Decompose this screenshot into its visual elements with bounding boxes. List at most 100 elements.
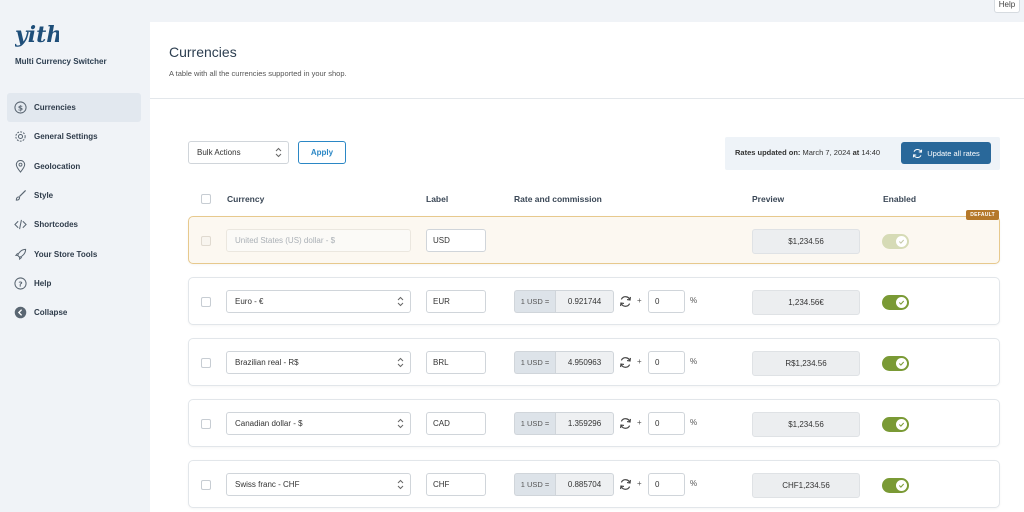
currency-value: United States (US) dollar - $ bbox=[235, 236, 336, 245]
sidebar-item-currencies[interactable]: $ Currencies bbox=[7, 93, 141, 123]
exchange-rate-field: 0.885704 bbox=[555, 473, 614, 496]
column-header-preview: Preview bbox=[752, 194, 785, 204]
commission-input[interactable]: 0 bbox=[648, 290, 685, 313]
refresh-rate-icon[interactable] bbox=[619, 478, 632, 491]
percent-sign: % bbox=[690, 479, 698, 488]
row-checkbox[interactable] bbox=[201, 358, 211, 368]
price-preview: R$1,234.56 bbox=[752, 351, 860, 376]
rates-at: at bbox=[852, 148, 860, 157]
update-all-rates-button[interactable]: Update all rates bbox=[901, 142, 991, 164]
yith-logo: yith bbox=[15, 22, 59, 48]
enabled-toggle[interactable] bbox=[882, 356, 909, 371]
refresh-rate-icon[interactable] bbox=[619, 417, 632, 430]
currency-label-input[interactable]: EUR bbox=[426, 290, 486, 313]
column-header-enabled: Enabled bbox=[883, 194, 917, 204]
sidebar-item-label: Currencies bbox=[34, 103, 76, 113]
currency-select[interactable]: Euro - € bbox=[226, 290, 411, 313]
sidebar-item-store-tools[interactable]: Your Store Tools bbox=[7, 239, 141, 268]
rate-prefix: 1 USD = bbox=[514, 290, 555, 313]
plus-sign: + bbox=[637, 418, 642, 427]
percent-sign: % bbox=[690, 296, 698, 305]
sidebar-item-collapse[interactable]: Collapse bbox=[7, 298, 141, 327]
currency-label-input[interactable]: BRL bbox=[426, 351, 486, 374]
enabled-toggle[interactable] bbox=[882, 417, 909, 432]
refresh-rate-icon[interactable] bbox=[619, 356, 632, 369]
plus-sign: + bbox=[637, 357, 642, 366]
currency-select[interactable]: Swiss franc - CHF bbox=[226, 473, 411, 496]
svg-text:$: $ bbox=[18, 103, 23, 112]
select-arrows-icon bbox=[397, 357, 404, 368]
column-header-rate: Rate and commission bbox=[514, 194, 602, 204]
bulk-actions-select[interactable]: Bulk Actions bbox=[188, 141, 289, 164]
column-header-label: Label bbox=[426, 194, 449, 204]
price-preview: $1,234.56 bbox=[752, 412, 860, 437]
table-row-chf: Swiss franc - CHF CHF 1 USD = 0.885704 +… bbox=[188, 460, 1000, 508]
select-arrows-icon bbox=[397, 418, 404, 429]
brush-icon bbox=[14, 189, 27, 202]
exchange-rate-field: 1.359296 bbox=[555, 412, 614, 435]
commission-input[interactable]: 0 bbox=[648, 473, 685, 496]
exchange-rate-field: 0.921744 bbox=[555, 290, 614, 313]
refresh-icon bbox=[913, 148, 923, 158]
sidebar-item-shortcodes[interactable]: Shortcodes bbox=[7, 210, 141, 239]
column-header-currency: Currency bbox=[227, 194, 265, 204]
sidebar-item-geolocation[interactable]: Geolocation bbox=[7, 152, 141, 181]
plugin-name: Multi Currency Switcher bbox=[15, 57, 107, 66]
rate-prefix: 1 USD = bbox=[514, 412, 555, 435]
svg-text:yith: yith bbox=[15, 22, 59, 48]
currency-select[interactable]: Canadian dollar - $ bbox=[226, 412, 411, 435]
check-icon bbox=[898, 422, 905, 427]
table-row-brl: Brazilian real - R$ BRL 1 USD = 4.950963… bbox=[188, 338, 1000, 386]
currency-value: Brazilian real - R$ bbox=[235, 358, 299, 367]
enabled-toggle[interactable] bbox=[882, 295, 909, 310]
currency-select: United States (US) dollar - $ bbox=[226, 229, 411, 252]
sidebar-item-help[interactable]: ? Help bbox=[7, 269, 141, 298]
rate-prefix: 1 USD = bbox=[514, 473, 555, 496]
sidebar-nav: $ Currencies General Settings Geolocatio… bbox=[7, 93, 141, 327]
toggle-knob bbox=[896, 480, 907, 491]
refresh-rate-icon[interactable] bbox=[619, 295, 632, 308]
check-icon bbox=[898, 239, 905, 244]
commission-input[interactable]: 0 bbox=[648, 351, 685, 374]
rocket-icon bbox=[14, 248, 27, 261]
sidebar-item-label: General Settings bbox=[34, 132, 98, 142]
default-badge: DEFAULT bbox=[966, 210, 999, 220]
plus-sign: + bbox=[637, 296, 642, 305]
currency-select[interactable]: Brazilian real - R$ bbox=[226, 351, 411, 374]
row-checkbox[interactable] bbox=[201, 419, 211, 429]
apply-button[interactable]: Apply bbox=[298, 141, 346, 164]
percent-sign: % bbox=[690, 357, 698, 366]
select-arrows-icon bbox=[275, 147, 282, 158]
price-preview: 1,234.56€ bbox=[752, 290, 860, 315]
check-icon bbox=[898, 361, 905, 366]
help-tab[interactable]: Help bbox=[994, 0, 1020, 13]
update-all-rates-label: Update all rates bbox=[927, 148, 980, 158]
sidebar-item-style[interactable]: Style bbox=[7, 181, 141, 210]
code-icon bbox=[14, 218, 27, 231]
currency-label-input[interactable]: CAD bbox=[426, 412, 486, 435]
main-panel: Currencies A table with all the currenci… bbox=[150, 22, 1024, 512]
currency-label-input[interactable]: CHF bbox=[426, 473, 486, 496]
row-checkbox[interactable] bbox=[201, 480, 211, 490]
currency-value: Euro - € bbox=[235, 297, 264, 306]
enabled-toggle[interactable] bbox=[882, 478, 909, 493]
sidebar: yith Multi Currency Switcher $ Currencie… bbox=[0, 0, 150, 512]
currency-label-input[interactable]: USD bbox=[426, 229, 486, 252]
toggle-knob bbox=[896, 297, 907, 308]
map-pin-icon bbox=[14, 159, 27, 173]
commission-input[interactable]: 0 bbox=[648, 412, 685, 435]
sidebar-item-label: Collapse bbox=[34, 308, 68, 318]
page-title: Currencies bbox=[169, 44, 237, 60]
currency-value: Canadian dollar - $ bbox=[235, 419, 303, 428]
currency-value: Swiss franc - CHF bbox=[235, 480, 300, 489]
sidebar-item-label: Shortcodes bbox=[34, 220, 79, 230]
price-preview: $1,234.56 bbox=[752, 229, 860, 254]
divider bbox=[150, 98, 1024, 99]
table-row-cad: Canadian dollar - $ CAD 1 USD = 1.359296… bbox=[188, 399, 1000, 447]
enabled-toggle bbox=[882, 234, 909, 249]
row-checkbox[interactable] bbox=[201, 297, 211, 307]
rates-date: March 7, 2024 bbox=[802, 148, 851, 157]
sidebar-item-label: Your Store Tools bbox=[34, 249, 98, 259]
sidebar-item-general-settings[interactable]: General Settings bbox=[7, 122, 141, 151]
select-all-checkbox[interactable] bbox=[201, 194, 211, 204]
